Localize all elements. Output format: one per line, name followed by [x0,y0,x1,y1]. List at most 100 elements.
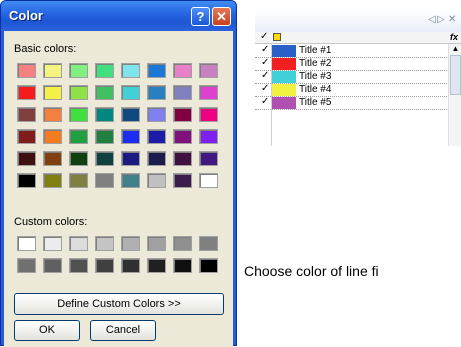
basic-color-swatch[interactable] [43,63,62,78]
color-dialog: Color ? ✕ Basic colors: Custom colors: D… [0,0,237,347]
basic-color-swatch[interactable] [17,85,36,100]
basic-color-swatch[interactable] [121,107,140,122]
panel-close-icon[interactable]: ✕ [448,14,456,25]
palette-icon[interactable] [273,33,281,41]
basic-color-swatch[interactable] [95,63,114,78]
custom-color-swatch[interactable] [69,258,88,273]
nav-right-icon[interactable]: ▷ [437,14,445,25]
nav-left-icon[interactable]: ◁ [428,14,436,25]
scroll-up-icon[interactable]: ▲ [449,44,461,54]
basic-color-swatch[interactable] [173,151,192,166]
custom-color-swatch[interactable] [173,258,192,273]
scroll-thumb[interactable] [450,55,461,95]
basic-color-swatch[interactable] [95,129,114,144]
basic-color-swatch[interactable] [199,85,218,100]
visible-check-icon[interactable]: ✓ [261,70,269,81]
basic-color-swatch[interactable] [199,151,218,166]
basic-color-swatch[interactable] [43,151,62,166]
series-color-swatch[interactable] [272,45,296,57]
basic-color-swatch[interactable] [17,129,36,144]
basic-color-swatch[interactable] [69,107,88,122]
visible-check-icon[interactable]: ✓ [261,83,269,94]
panel-toolbar: ◁ ▷ ✕ [255,10,461,32]
visible-check-icon[interactable]: ✓ [261,57,269,68]
series-color-swatch[interactable] [272,97,296,109]
define-custom-colors-button[interactable]: Define Custom Colors >> [14,293,224,315]
series-row[interactable]: ✓ Title #3 [255,70,447,84]
series-name: Title #5 [299,97,332,108]
series-color-swatch[interactable] [272,71,296,83]
basic-color-swatch[interactable] [173,63,192,78]
basic-color-swatch[interactable] [147,85,166,100]
custom-color-swatch[interactable] [17,258,36,273]
custom-color-swatch[interactable] [69,236,88,251]
basic-color-swatch[interactable] [95,107,114,122]
basic-color-swatch[interactable] [17,151,36,166]
basic-color-swatch[interactable] [121,151,140,166]
series-name: Title #2 [299,58,332,69]
basic-color-swatch[interactable] [173,129,192,144]
basic-color-swatch[interactable] [147,151,166,166]
basic-color-swatch[interactable] [95,85,114,100]
custom-color-swatch[interactable] [121,236,140,251]
series-color-swatch[interactable] [272,58,296,70]
close-button[interactable]: ✕ [212,7,231,26]
basic-color-swatch[interactable] [173,85,192,100]
basic-color-swatch[interactable] [69,151,88,166]
ok-button[interactable]: OK [14,320,80,341]
series-color-swatch[interactable] [272,84,296,96]
custom-color-swatch[interactable] [17,236,36,251]
custom-color-swatch[interactable] [199,236,218,251]
basic-color-swatch[interactable] [95,173,114,188]
basic-color-swatch[interactable] [121,129,140,144]
vertical-scrollbar[interactable]: ▲ [448,44,461,146]
dialog-titlebar[interactable]: Color ? ✕ [1,1,236,31]
basic-color-swatch[interactable] [43,129,62,144]
basic-color-swatch[interactable] [199,173,218,188]
basic-color-swatch[interactable] [121,63,140,78]
basic-color-swatch[interactable] [147,173,166,188]
custom-color-swatch[interactable] [199,258,218,273]
custom-color-swatch[interactable] [173,236,192,251]
series-row[interactable]: ✓ Title #2 [255,57,447,71]
series-row[interactable]: ✓ Title #1 [255,44,447,58]
basic-color-swatch[interactable] [199,107,218,122]
series-row[interactable]: ✓ Title #4 [255,83,447,97]
basic-color-swatch[interactable] [43,107,62,122]
basic-color-swatch[interactable] [199,129,218,144]
cancel-button[interactable]: Cancel [90,320,156,341]
visible-check-icon[interactable]: ✓ [261,44,269,55]
basic-color-swatch[interactable] [173,107,192,122]
basic-color-swatch[interactable] [43,173,62,188]
basic-color-swatch[interactable] [121,173,140,188]
basic-color-swatch[interactable] [17,173,36,188]
custom-color-swatch[interactable] [95,258,114,273]
basic-color-swatch[interactable] [121,85,140,100]
custom-color-swatch[interactable] [43,236,62,251]
header-check-icon[interactable]: ✓ [260,31,268,42]
custom-color-swatch[interactable] [121,258,140,273]
basic-color-swatch[interactable] [147,129,166,144]
custom-colors-label: Custom colors: [14,216,88,228]
fx-icon[interactable]: fx [450,32,458,42]
basic-color-swatch[interactable] [199,63,218,78]
basic-color-swatch[interactable] [17,63,36,78]
help-button[interactable]: ? [191,7,210,26]
basic-color-swatch[interactable] [173,173,192,188]
custom-color-swatch[interactable] [147,236,166,251]
basic-color-swatch[interactable] [147,107,166,122]
basic-color-swatch[interactable] [43,85,62,100]
basic-color-swatch[interactable] [69,173,88,188]
basic-color-swatch[interactable] [95,151,114,166]
visible-check-icon[interactable]: ✓ [261,96,269,107]
custom-color-swatch[interactable] [147,258,166,273]
custom-color-swatch[interactable] [95,236,114,251]
custom-color-swatch[interactable] [43,258,62,273]
basic-color-swatch[interactable] [17,107,36,122]
series-row[interactable]: ✓ Title #5 [255,96,447,110]
basic-color-swatch[interactable] [69,85,88,100]
basic-color-swatch[interactable] [147,63,166,78]
caption-text: Choose color of line fi [244,263,379,279]
basic-color-swatch[interactable] [69,129,88,144]
basic-color-swatch[interactable] [69,63,88,78]
